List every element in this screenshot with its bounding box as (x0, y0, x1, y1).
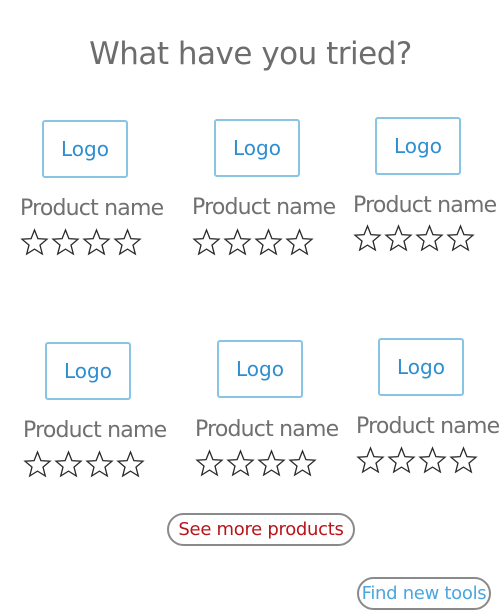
product-logo[interactable]: Logo (375, 117, 461, 175)
star-outline-icon (418, 446, 447, 474)
logo-label: Logo (61, 137, 109, 161)
star-rating[interactable] (20, 228, 142, 257)
product-card[interactable]: Logo Product name (192, 118, 342, 258)
star-outline-icon (257, 449, 286, 477)
star-outline-icon[interactable] (116, 450, 145, 479)
star-outline-icon[interactable] (82, 228, 111, 257)
star-outline-icon (195, 449, 224, 477)
product-card[interactable]: Logo Product name (356, 337, 501, 477)
star-outline-icon (353, 224, 382, 252)
product-card[interactable]: Logo Product name (23, 340, 173, 480)
star-outline-icon (288, 449, 317, 477)
star-outline-icon[interactable] (192, 228, 221, 257)
star-outline-icon (23, 450, 52, 478)
see-more-products-button[interactable]: See more products (167, 513, 355, 546)
logo-label: Logo (236, 357, 284, 381)
star-outline-icon (446, 224, 475, 252)
product-name: Product name (20, 196, 164, 221)
star-outline-icon (51, 228, 80, 256)
logo-label: Logo (397, 355, 445, 379)
star-outline-icon[interactable] (51, 228, 80, 257)
star-outline-icon[interactable] (446, 224, 475, 253)
star-outline-icon[interactable] (415, 224, 444, 253)
product-logo[interactable]: Logo (217, 340, 303, 398)
product-logo[interactable]: Logo (378, 338, 464, 396)
star-outline-icon[interactable] (449, 446, 478, 475)
star-outline-icon[interactable] (54, 450, 83, 479)
product-card[interactable]: Logo Product name (353, 116, 501, 256)
star-rating[interactable] (195, 449, 317, 478)
star-outline-icon[interactable] (285, 228, 314, 257)
star-outline-icon[interactable] (254, 228, 283, 257)
star-outline-icon[interactable] (356, 446, 385, 475)
product-name: Product name (356, 414, 500, 439)
logo-label: Logo (394, 134, 442, 158)
product-name: Product name (192, 195, 336, 220)
product-logo[interactable]: Logo (214, 119, 300, 177)
star-outline-icon[interactable] (223, 228, 252, 257)
star-outline-icon[interactable] (387, 446, 416, 475)
product-name: Product name (23, 418, 167, 443)
product-logo[interactable]: Logo (45, 342, 131, 400)
star-outline-icon (226, 449, 255, 477)
star-rating[interactable] (192, 228, 314, 257)
star-outline-icon (113, 228, 142, 256)
star-outline-icon[interactable] (85, 450, 114, 479)
logo-label: Logo (233, 136, 281, 160)
star-outline-icon (254, 228, 283, 256)
product-card[interactable]: Logo Product name (195, 339, 345, 479)
star-outline-icon[interactable] (113, 228, 142, 257)
find-new-tools-button[interactable]: Find new tools (357, 577, 491, 610)
star-outline-icon (85, 450, 114, 478)
star-rating[interactable] (23, 450, 145, 479)
star-outline-icon[interactable] (23, 450, 52, 479)
star-outline-icon (192, 228, 221, 256)
star-outline-icon[interactable] (226, 449, 255, 478)
star-outline-icon (384, 224, 413, 252)
star-outline-icon[interactable] (195, 449, 224, 478)
star-outline-icon[interactable] (384, 224, 413, 253)
product-name: Product name (195, 417, 339, 442)
star-outline-icon[interactable] (257, 449, 286, 478)
star-outline-icon[interactable] (418, 446, 447, 475)
star-outline-icon (82, 228, 111, 256)
logo-label: Logo (64, 359, 112, 383)
star-outline-icon[interactable] (353, 224, 382, 253)
product-logo[interactable]: Logo (42, 120, 128, 178)
star-rating[interactable] (353, 224, 475, 253)
star-outline-icon (449, 446, 478, 474)
star-outline-icon (387, 446, 416, 474)
star-outline-icon (415, 224, 444, 252)
star-outline-icon (285, 228, 314, 256)
page-title: What have you tried? (89, 36, 412, 72)
product-name: Product name (353, 193, 497, 218)
star-outline-icon (356, 446, 385, 474)
star-rating[interactable] (356, 446, 478, 475)
product-card[interactable]: Logo Product name (20, 118, 170, 258)
star-outline-icon (223, 228, 252, 256)
star-outline-icon (20, 228, 49, 256)
star-outline-icon (116, 450, 145, 478)
star-outline-icon (54, 450, 83, 478)
star-outline-icon[interactable] (288, 449, 317, 478)
star-outline-icon[interactable] (20, 228, 49, 257)
